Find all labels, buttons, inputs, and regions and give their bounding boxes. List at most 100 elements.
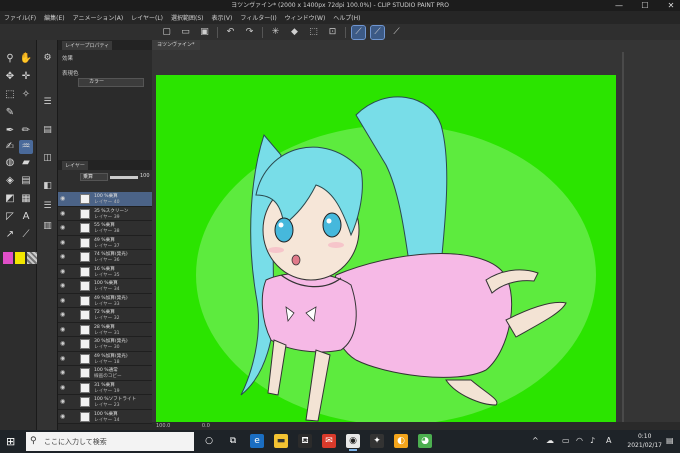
notification-icon[interactable]: ▤ bbox=[666, 436, 674, 445]
app-icon[interactable]: ◐ bbox=[394, 434, 408, 448]
layer-row[interactable]: ◉ 100 %乗算 レイヤー 34 bbox=[58, 279, 152, 294]
close-button[interactable]: ✕ bbox=[664, 0, 678, 11]
eye-icon[interactable]: ◉ bbox=[60, 253, 65, 260]
windows-start-icon[interactable]: ⊞ bbox=[6, 436, 17, 447]
layer-property-tab[interactable]: レイヤープロパティ bbox=[62, 40, 113, 50]
layer-row[interactable]: ◉ 100 %通常 線画のコピー bbox=[58, 366, 152, 381]
eyedropper-icon[interactable]: ✎ bbox=[3, 106, 17, 120]
edge-icon[interactable]: e bbox=[250, 434, 264, 448]
file-explorer-icon[interactable]: ▬ bbox=[274, 434, 288, 448]
lasso-icon[interactable]: ✧ bbox=[19, 88, 33, 102]
tray-chevron-icon[interactable]: ^ bbox=[532, 436, 539, 445]
subtool-icon[interactable]: ▤ bbox=[41, 124, 54, 137]
undo-icon[interactable]: ↶ bbox=[224, 26, 237, 39]
layer-row[interactable]: ◉ 74 %加算(発光) レイヤー 36 bbox=[58, 250, 152, 265]
eye-icon[interactable]: ◉ bbox=[60, 311, 65, 318]
layer-row[interactable]: ◉ 31 %乗算 レイヤー 19 bbox=[58, 380, 152, 395]
layer-row[interactable]: ◉ 16 %乗算 レイヤー 35 bbox=[58, 264, 152, 279]
taskbar-search-box[interactable]: ⚲ ここに入力して検索 bbox=[26, 432, 194, 451]
selection-icon[interactable]: ⬚ bbox=[3, 88, 17, 102]
move-layer-icon[interactable]: ✛ bbox=[19, 70, 33, 84]
figure-icon[interactable]: ◩ bbox=[3, 192, 17, 206]
menu-animation[interactable]: アニメーション(A) bbox=[73, 13, 124, 22]
open-icon[interactable]: ▭ bbox=[179, 26, 192, 39]
eye-icon[interactable]: ◉ bbox=[60, 384, 65, 391]
clock[interactable]: 0:10 2021/02/17 bbox=[627, 432, 662, 450]
onedrive-icon[interactable]: ☁ bbox=[546, 436, 554, 445]
text-icon[interactable]: A bbox=[19, 210, 33, 224]
app-icon[interactable]: ✦ bbox=[370, 434, 384, 448]
deselect-icon[interactable]: ⊡ bbox=[326, 26, 339, 39]
save-icon[interactable]: ▣ bbox=[198, 26, 211, 39]
expression-color-select[interactable]: カラー bbox=[78, 78, 144, 87]
snap-ruler-icon[interactable]: ⟋ bbox=[351, 24, 366, 40]
layer-tab[interactable]: レイヤー bbox=[62, 160, 88, 170]
eraser-icon[interactable]: ▰ bbox=[19, 156, 33, 170]
menu-help[interactable]: ヘルプ(H) bbox=[333, 13, 360, 22]
new-file-icon[interactable]: ▢ bbox=[160, 26, 173, 39]
pen-icon[interactable]: ✒ bbox=[3, 124, 17, 138]
layer-row[interactable]: ◉ 49 %加算(発光) レイヤー 33 bbox=[58, 293, 152, 308]
eye-icon[interactable]: ◉ bbox=[60, 210, 65, 217]
canvas-tab[interactable]: ヨツンヴァイン* bbox=[152, 40, 200, 50]
subtool-icon[interactable]: ⚙ bbox=[41, 52, 54, 65]
sub-color-swatch[interactable] bbox=[15, 252, 25, 264]
fill-icon[interactable]: ◆ bbox=[288, 26, 301, 39]
pencil-icon[interactable]: ✏ bbox=[19, 124, 33, 138]
subtool-icon[interactable]: ☰ bbox=[41, 96, 54, 109]
magnifier-icon[interactable]: ⚲ bbox=[3, 52, 17, 66]
zoom-value[interactable]: 100.0 bbox=[156, 423, 170, 429]
subtool-icon[interactable]: ▥ bbox=[41, 220, 54, 233]
eye-icon[interactable]: ◉ bbox=[60, 297, 65, 304]
menu-filter[interactable]: フィルター(I) bbox=[240, 13, 276, 22]
correction-icon[interactable]: ⟋ bbox=[19, 228, 33, 242]
eye-icon[interactable]: ◉ bbox=[60, 413, 65, 420]
eye-icon[interactable]: ◉ bbox=[60, 369, 65, 376]
snap-grid-icon[interactable]: ⟋ bbox=[390, 26, 403, 39]
menu-selection[interactable]: 選択範囲(S) bbox=[171, 13, 204, 22]
menu-edit[interactable]: 編集(E) bbox=[44, 13, 64, 22]
layer-row[interactable]: ◉ 49 %乗算 レイヤー 37 bbox=[58, 235, 152, 250]
layer-row[interactable]: ◉ 55 %乗算 レイヤー 38 bbox=[58, 221, 152, 236]
transparent-color-swatch[interactable] bbox=[27, 252, 37, 264]
chrome-icon[interactable]: ◕ bbox=[418, 434, 432, 448]
subtool-icon[interactable]: ◫ bbox=[41, 152, 54, 165]
gradient-icon[interactable]: ▤ bbox=[19, 174, 33, 188]
blend-icon[interactable]: ◍ bbox=[3, 156, 17, 170]
eye-icon[interactable]: ◉ bbox=[60, 326, 65, 333]
clip-studio-icon[interactable]: ◉ bbox=[346, 434, 360, 451]
eye-icon[interactable]: ◉ bbox=[60, 282, 65, 289]
layer-row[interactable]: ◉ 100 %乗算 レイヤー 14 bbox=[58, 409, 152, 424]
brush-icon[interactable]: ✍ bbox=[3, 140, 17, 154]
rotation-value[interactable]: 0.0 bbox=[202, 423, 210, 429]
eye-icon[interactable]: ◉ bbox=[60, 239, 65, 246]
menu-window[interactable]: ウィンドウ(W) bbox=[285, 13, 326, 22]
minimize-button[interactable]: — bbox=[612, 0, 626, 11]
layer-row[interactable]: ◉ 30 %加算(発光) レイヤー 30 bbox=[58, 337, 152, 352]
network-icon[interactable]: ◠ bbox=[576, 436, 583, 445]
maximize-button[interactable]: ☐ bbox=[638, 0, 652, 11]
menu-file[interactable]: ファイル(F) bbox=[4, 13, 36, 22]
opacity-value[interactable]: 100 bbox=[140, 173, 150, 179]
canvas[interactable] bbox=[156, 75, 616, 422]
fill-icon[interactable]: ◈ bbox=[3, 174, 17, 188]
airbrush-icon[interactable]: ♒ bbox=[19, 140, 33, 154]
eye-icon[interactable]: ◉ bbox=[60, 268, 65, 275]
layer-row[interactable]: ◉ 72 %乗算 レイヤー 32 bbox=[58, 308, 152, 323]
snap-special-ruler-icon[interactable]: ⟋ bbox=[370, 24, 385, 40]
vertical-scrollbar[interactable] bbox=[622, 52, 624, 422]
eye-icon[interactable]: ◉ bbox=[60, 224, 65, 231]
layer-row[interactable]: ◉ 49 %加算(発光) レイヤー 18 bbox=[58, 351, 152, 366]
blend-mode-select[interactable]: 乗算 bbox=[80, 173, 108, 181]
transform-icon[interactable]: ⬚ bbox=[307, 26, 320, 39]
store-icon[interactable]: ⛾ bbox=[298, 434, 312, 448]
cortana-icon[interactable]: ○ bbox=[202, 434, 216, 448]
frame-icon[interactable]: ▦ bbox=[19, 192, 33, 206]
layer-row[interactable]: ◉ 35 %スクリーン レイヤー 39 bbox=[58, 206, 152, 221]
move-icon[interactable]: ✥ bbox=[3, 70, 17, 84]
balloon-icon[interactable]: ↗ bbox=[3, 228, 17, 242]
layer-row[interactable]: ◉ 100 %ソフトライト レイヤー 23 bbox=[58, 395, 152, 410]
menu-view[interactable]: 表示(V) bbox=[212, 13, 233, 22]
redo-icon[interactable]: ↷ bbox=[243, 26, 256, 39]
eye-icon[interactable]: ◉ bbox=[60, 355, 65, 362]
